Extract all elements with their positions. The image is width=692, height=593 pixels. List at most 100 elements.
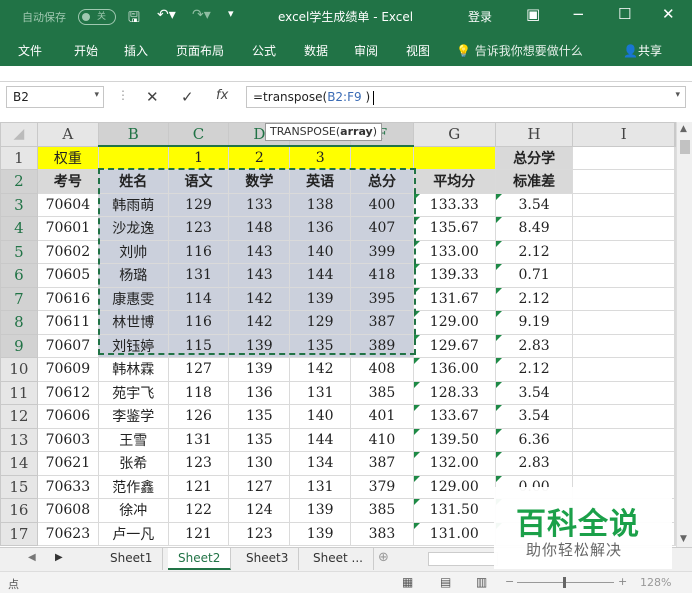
cell[interactable]: 139 — [289, 498, 352, 523]
row-header[interactable]: 7 — [0, 286, 38, 311]
cell[interactable] — [572, 451, 675, 476]
page-layout-view-icon[interactable]: ▤ — [440, 575, 451, 589]
tab-formulas[interactable]: 公式 — [252, 42, 276, 59]
cell[interactable]: 395 — [350, 286, 414, 311]
cell[interactable]: 418 — [350, 263, 414, 288]
normal-view-icon[interactable]: ▦ — [402, 575, 413, 589]
column-header-g[interactable]: G — [412, 122, 496, 147]
cell[interactable]: 129 — [167, 192, 230, 217]
cell[interactable] — [572, 333, 675, 358]
cell-table[interactable]: ◢ABCDEFGHI1权重123总分学2考号姓名语文数学英语总分平均分标准差37… — [0, 122, 676, 546]
zoom-level[interactable]: 128% — [640, 576, 671, 589]
cell[interactable]: 121 — [167, 521, 230, 546]
cell[interactable]: 2.83 — [494, 451, 574, 476]
cell[interactable]: 2.12 — [494, 239, 574, 264]
cell[interactable]: 131.00 — [412, 521, 496, 546]
cell[interactable]: 70602 — [36, 239, 99, 264]
cell[interactable]: 133.00 — [412, 239, 496, 264]
cell[interactable]: 2.83 — [494, 333, 574, 358]
cell[interactable]: 70612 — [36, 380, 99, 405]
cell[interactable]: 70623 — [36, 521, 99, 546]
row-header[interactable]: 4 — [0, 216, 38, 241]
cell[interactable]: 张希 — [97, 451, 169, 476]
cell[interactable]: 70621 — [36, 451, 99, 476]
cell[interactable]: 387 — [350, 451, 414, 476]
column-header-h[interactable]: H — [494, 122, 574, 147]
cell[interactable]: 143 — [228, 239, 291, 264]
cell[interactable] — [572, 192, 675, 217]
cell[interactable]: 123 — [167, 216, 230, 241]
tell-me-search[interactable]: 💡 告诉我你想要做什么 — [456, 42, 583, 59]
row-header[interactable]: 6 — [0, 263, 38, 288]
row-header[interactable]: 15 — [0, 474, 38, 499]
cell[interactable]: 70616 — [36, 286, 99, 311]
close-icon[interactable]: ✕ — [662, 5, 675, 23]
cell[interactable] — [572, 216, 675, 241]
cell[interactable] — [572, 263, 675, 288]
cell[interactable]: 401 — [350, 404, 414, 429]
cell[interactable]: 135 — [228, 427, 291, 452]
cell[interactable]: 70608 — [36, 498, 99, 523]
tab-review[interactable]: 审阅 — [354, 42, 378, 59]
cell[interactable]: 408 — [350, 357, 414, 382]
cell[interactable] — [572, 169, 675, 194]
cell[interactable]: 131.67 — [412, 286, 496, 311]
cell[interactable]: 383 — [350, 521, 414, 546]
cell[interactable]: 407 — [350, 216, 414, 241]
autosave-toggle[interactable]: 关 — [78, 9, 116, 25]
cell[interactable]: 133.33 — [412, 192, 496, 217]
cell[interactable]: 林世博 — [97, 310, 169, 335]
cell[interactable]: 卢一凡 — [97, 521, 169, 546]
cell[interactable]: 379 — [350, 474, 414, 499]
cell[interactable]: 沙龙逸 — [97, 216, 169, 241]
cell[interactable]: 英语 — [289, 169, 352, 194]
cell[interactable]: 142 — [289, 357, 352, 382]
zoom-in-icon[interactable]: + — [618, 575, 627, 588]
cell[interactable]: 139 — [228, 357, 291, 382]
cell[interactable]: 131 — [289, 474, 352, 499]
formula-input[interactable]: =transpose(B2:F9 ) ▾ — [246, 86, 686, 108]
row-header[interactable]: 14 — [0, 451, 38, 476]
cell[interactable] — [572, 286, 675, 311]
share-button[interactable]: 👤共享 — [623, 42, 662, 59]
insert-function-icon[interactable]: fx — [216, 88, 228, 103]
cell[interactable]: 131.50 — [412, 498, 496, 523]
cell[interactable] — [350, 145, 414, 170]
column-header-b[interactable]: B — [97, 122, 169, 147]
cell[interactable]: 考号 — [36, 169, 99, 194]
cell[interactable]: 123 — [228, 521, 291, 546]
cell[interactable]: 3 — [289, 145, 352, 170]
row-header[interactable]: 5 — [0, 239, 38, 264]
cell[interactable]: 387 — [350, 310, 414, 335]
cell[interactable]: 410 — [350, 427, 414, 452]
customize-qat-icon[interactable]: ▾ — [228, 7, 234, 20]
cell[interactable]: 116 — [167, 239, 230, 264]
cell[interactable]: 129 — [289, 310, 352, 335]
row-header[interactable]: 16 — [0, 498, 38, 523]
cell[interactable]: 王雪 — [97, 427, 169, 452]
row-header[interactable]: 12 — [0, 404, 38, 429]
cell[interactable]: 范作鑫 — [97, 474, 169, 499]
cell[interactable]: 129.67 — [412, 333, 496, 358]
cell[interactable]: 70609 — [36, 357, 99, 382]
tab-insert[interactable]: 插入 — [124, 42, 148, 59]
cell[interactable]: 70633 — [36, 474, 99, 499]
cell[interactable]: 134 — [289, 451, 352, 476]
cell[interactable]: 苑宇飞 — [97, 380, 169, 405]
page-break-view-icon[interactable]: ▥ — [476, 575, 487, 589]
cell[interactable]: 400 — [350, 192, 414, 217]
cell[interactable]: 姓名 — [97, 169, 169, 194]
cell[interactable]: 148 — [228, 216, 291, 241]
cell[interactable]: 总分学 — [494, 145, 574, 170]
chevron-down-icon[interactable]: ▾ — [94, 90, 99, 100]
cell[interactable]: 115 — [167, 333, 230, 358]
row-header[interactable]: 9 — [0, 333, 38, 358]
ribbon-display-icon[interactable]: ▣ — [526, 5, 540, 23]
row-header[interactable]: 8 — [0, 310, 38, 335]
cell[interactable]: 3.54 — [494, 404, 574, 429]
cell[interactable]: 数学 — [228, 169, 291, 194]
cell[interactable]: 135 — [228, 404, 291, 429]
cell[interactable]: 1 — [167, 145, 230, 170]
zoom-slider-knob[interactable] — [563, 577, 566, 588]
cell[interactable]: 2.12 — [494, 357, 574, 382]
